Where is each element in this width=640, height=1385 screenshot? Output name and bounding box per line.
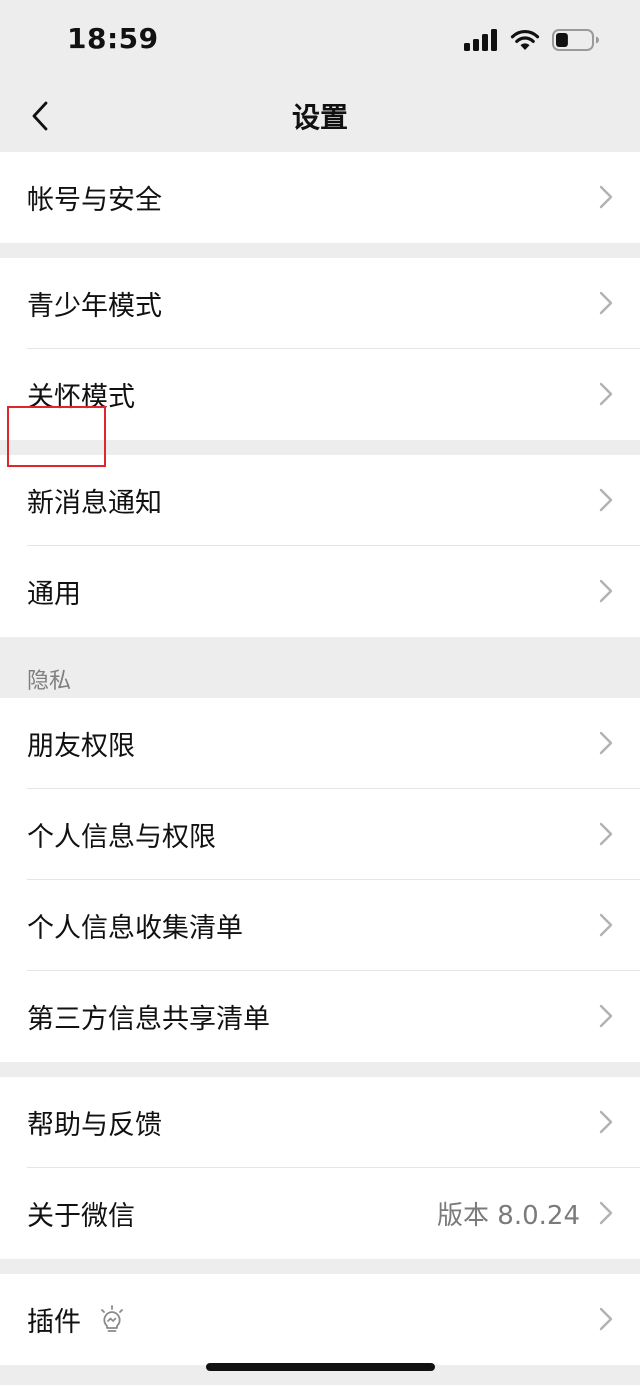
settings-item-label: 关于微信 [27, 1201, 135, 1232]
settings-item-account-security[interactable]: 帐号与安全 [0, 152, 640, 243]
chevron-right-icon [599, 488, 613, 512]
status-bar: 18:59 [0, 0, 640, 86]
section-header-privacy: 隐私 [0, 637, 640, 698]
settings-item-label: 通用 [27, 579, 81, 610]
chevron-right-icon [599, 1110, 613, 1134]
settings-item-info-collection-list[interactable]: 个人信息收集清单 [0, 880, 640, 971]
settings-list: 帐号与安全 青少年模式 关怀模式 新消息通知 通用 隐私 朋友权限 个人信息与权… [0, 152, 640, 1365]
group-gap [0, 1062, 640, 1077]
settings-item-label: 插件 [27, 1307, 81, 1338]
settings-item-personal-info-permissions[interactable]: 个人信息与权限 [0, 789, 640, 880]
settings-group-modes: 青少年模式 关怀模式 [0, 258, 640, 440]
settings-item-label: 朋友权限 [27, 731, 135, 762]
settings-group-privacy: 朋友权限 个人信息与权限 个人信息收集清单 第三方信息共享清单 [0, 698, 640, 1062]
settings-item-label: 新消息通知 [27, 488, 162, 519]
settings-group-plugins: 插件 [0, 1274, 640, 1365]
chevron-right-icon [599, 1004, 613, 1028]
settings-screen: 18:59 设置 帐号与安全 青少年模式 关怀模式 新消息通知 通用 隐私 朋友… [0, 0, 640, 1385]
version-value: 版本 8.0.24 [437, 1201, 580, 1231]
settings-item-help-feedback[interactable]: 帮助与反馈 [0, 1077, 640, 1168]
group-gap [0, 440, 640, 455]
chevron-right-icon [599, 291, 613, 315]
chevron-right-icon [599, 382, 613, 406]
chevron-right-icon [599, 731, 613, 755]
signal-icon [464, 29, 497, 51]
settings-group-account: 帐号与安全 [0, 152, 640, 243]
group-gap [0, 1259, 640, 1274]
settings-item-label: 第三方信息共享清单 [27, 1004, 270, 1035]
settings-group-help: 帮助与反馈 关于微信 版本 8.0.24 [0, 1077, 640, 1259]
battery-icon [552, 29, 599, 51]
status-icons [464, 28, 600, 52]
settings-item-notifications[interactable]: 新消息通知 [0, 455, 640, 546]
page-title: 设置 [291, 101, 348, 134]
chevron-right-icon [599, 1201, 613, 1225]
settings-item-label: 帐号与安全 [27, 185, 162, 216]
settings-item-label: 个人信息收集清单 [27, 913, 243, 944]
chevron-right-icon [599, 822, 613, 846]
section-header-label: 隐私 [27, 669, 72, 694]
settings-item-general[interactable]: 通用 [0, 546, 640, 637]
settings-item-label: 关怀模式 [27, 382, 135, 413]
settings-item-label: 青少年模式 [27, 291, 162, 322]
settings-item-label: 个人信息与权限 [27, 822, 216, 853]
settings-item-about-wechat[interactable]: 关于微信 版本 8.0.24 [0, 1168, 640, 1259]
settings-item-third-party-sharing-list[interactable]: 第三方信息共享清单 [0, 971, 640, 1062]
navigation-bar: 设置 [0, 86, 640, 152]
lightbulb-icon [101, 1305, 123, 1332]
chevron-right-icon [599, 185, 613, 209]
settings-item-youth-mode[interactable]: 青少年模式 [0, 258, 640, 349]
chevron-right-icon [599, 579, 613, 603]
home-indicator [206, 1363, 435, 1371]
settings-item-label: 帮助与反馈 [27, 1110, 162, 1141]
group-gap [0, 243, 640, 258]
settings-item-plugins[interactable]: 插件 [0, 1274, 640, 1365]
chevron-right-icon [599, 1307, 613, 1331]
settings-group-general: 新消息通知 通用 [0, 455, 640, 637]
status-time: 18:59 [67, 22, 159, 55]
wifi-icon [510, 29, 540, 50]
chevron-right-icon [599, 913, 613, 937]
settings-item-friend-permissions[interactable]: 朋友权限 [0, 698, 640, 789]
settings-item-care-mode[interactable]: 关怀模式 [0, 349, 640, 440]
